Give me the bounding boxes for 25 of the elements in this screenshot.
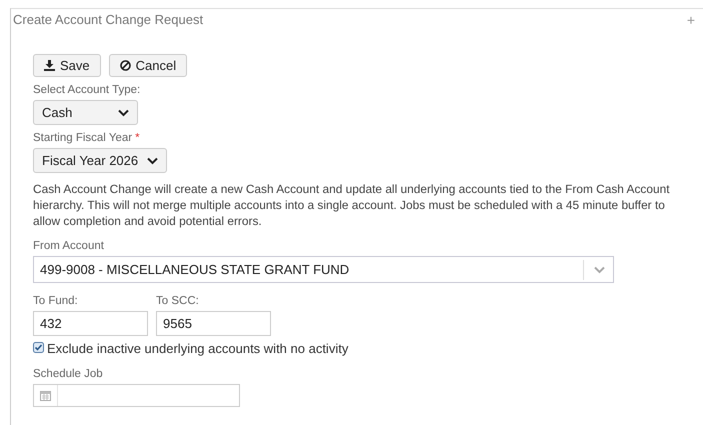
to-scc-field[interactable]: 9565 xyxy=(156,311,271,336)
checkbox[interactable] xyxy=(33,342,44,353)
checkbox-label: Exclude inactive underlying accounts with no activity xyxy=(47,341,348,356)
cancel-button[interactable]: Cancel xyxy=(108,54,188,77)
date-field[interactable] xyxy=(33,384,240,407)
download-icon xyxy=(44,60,55,71)
field-label: To Fund: xyxy=(33,295,79,307)
fiscal-year-select[interactable]: Fiscal Year 2026 xyxy=(33,148,167,173)
field-label: Select Account Type: xyxy=(33,84,140,96)
field-label: To SCC: xyxy=(156,295,200,307)
field-label: Starting Fiscal Year * xyxy=(33,132,140,144)
panel-title: Create Account Change Request xyxy=(13,12,204,29)
field-label: Schedule Job xyxy=(33,368,103,380)
calendar-icon xyxy=(40,390,51,401)
info-paragraph: Cash Account Change will create a new Cash Account and update all underlying accounts tied to the From Cash Account hierarchy. This will not merge multiple accounts into a single account. Jobs must be scheduled with a 45 minute buffer to allow completion and avoid potential errors. xyxy=(33,181,671,229)
to-fund-field[interactable]: 432 xyxy=(33,311,148,336)
chevron-down-icon xyxy=(147,156,158,164)
from-account-select[interactable]: 499-9008 - MISCELLANEOUS STATE GRANT FUND xyxy=(33,256,614,283)
save-button[interactable]: Save xyxy=(33,54,101,77)
field-label: From Account xyxy=(33,240,104,252)
required-marker: * xyxy=(135,132,140,144)
ban-icon xyxy=(120,60,131,71)
chevron-down-icon xyxy=(594,266,605,274)
account-type-select[interactable]: Cash xyxy=(33,100,138,125)
chevron-down-icon xyxy=(118,108,129,116)
